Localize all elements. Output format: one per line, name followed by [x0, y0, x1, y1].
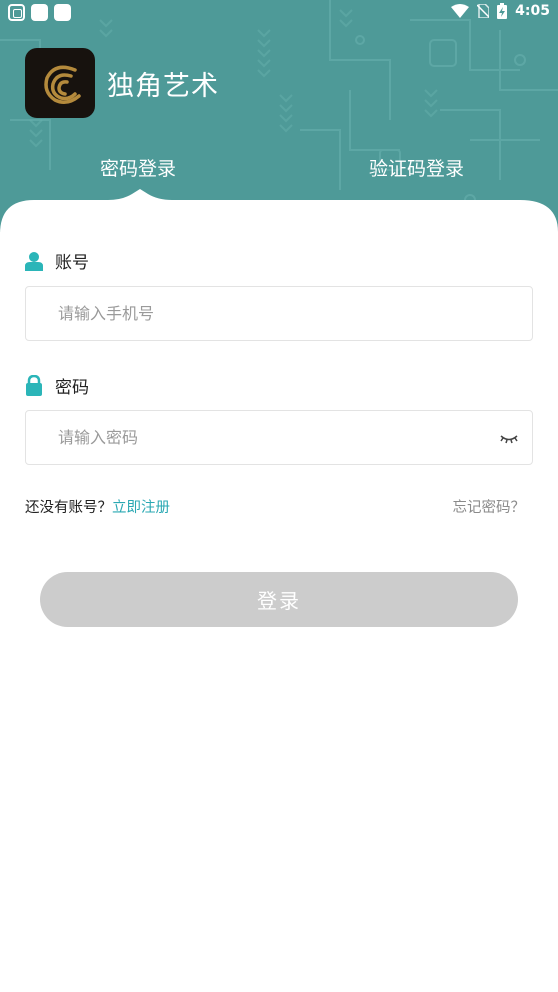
password-input-box[interactable] — [25, 410, 533, 465]
login-button[interactable]: 登录 — [40, 572, 518, 627]
auth-links-row: 还没有账号？立即注册 忘记密码？ — [25, 496, 525, 517]
app-notification-icon — [54, 4, 71, 21]
phone-input[interactable] — [26, 287, 532, 340]
account-label-row: 账号 — [25, 248, 89, 273]
notification-icons — [8, 4, 71, 21]
password-input[interactable] — [26, 411, 532, 464]
no-account-text: 还没有账号？ — [25, 500, 112, 516]
forgot-password-link[interactable]: 忘记密码？ — [453, 496, 526, 517]
app-logo — [25, 48, 95, 118]
user-icon — [25, 251, 43, 271]
battery-charging-icon — [497, 3, 508, 19]
wifi-icon — [451, 4, 470, 18]
app-name: 独角艺术 — [107, 71, 219, 102]
account-input-box[interactable] — [25, 286, 533, 341]
app-notification-icon — [31, 4, 48, 21]
tab-password-login[interactable]: 密码登录 — [100, 154, 176, 181]
status-time: 4:05 — [515, 3, 550, 19]
unicorn-logo-icon — [44, 65, 81, 104]
password-label-row: 密码 — [25, 373, 89, 398]
status-bar: 4:05 — [0, 0, 558, 26]
lock-icon — [26, 375, 42, 396]
no-sim-icon — [477, 4, 490, 18]
app-notification-icon — [8, 4, 25, 21]
eye-closed-icon[interactable] — [499, 430, 519, 446]
password-label: 密码 — [55, 378, 89, 398]
register-link[interactable]: 立即注册 — [112, 500, 170, 516]
account-label: 账号 — [55, 253, 89, 273]
tab-code-login[interactable]: 验证码登录 — [369, 154, 464, 181]
